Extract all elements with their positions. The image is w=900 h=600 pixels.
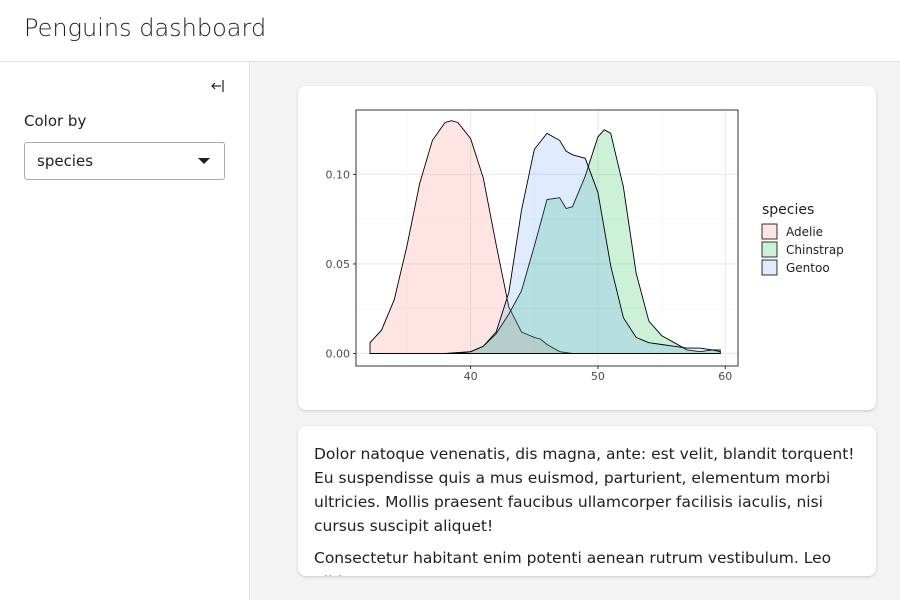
page-title: Penguins dashboard [24,14,267,42]
legend-label: Chinstrap [786,243,844,257]
x-tick-label: 50 [591,370,605,383]
color-by-select[interactable]: species [24,142,225,180]
plot-card: 40 50 60 0.00 0.05 0.10 species Adelie Chinstrap… [298,86,876,410]
legend-key [761,259,778,276]
legend-title: species [762,202,814,218]
x-tick-label: 40 [464,370,478,383]
legend-key [761,223,778,240]
legend-label: Gentoo [786,261,830,275]
main-content: 40 50 60 0.00 0.05 0.10 species Adelie Chinstrap… [250,62,900,600]
paragraph: Dolor natoque venenatis, dis magna, ante… [314,445,855,535]
text-card: Dolor natoque venenatis, dis magna, ante… [298,426,876,576]
density-chart: 40 50 60 0.00 0.05 0.10 species Adelie Chinstrap… [326,109,844,383]
sidebar: Color by species [0,62,250,600]
color-by-label: Color by [24,112,87,130]
chevron-down-icon [198,158,210,164]
color-by-selected-value: species [37,152,94,170]
legend-label: Adelie [786,225,823,239]
x-tick-label: 60 [718,370,732,383]
collapse-sidebar-icon[interactable] [206,76,228,96]
paragraph: Consectetur habitant enim potenti aenean… [314,549,832,576]
y-tick-label: 0.05 [326,258,351,271]
navbar: Penguins dashboard [0,0,900,62]
legend-key [761,241,778,258]
y-tick-label: 0.00 [326,347,351,360]
y-tick-label: 0.10 [326,168,351,181]
